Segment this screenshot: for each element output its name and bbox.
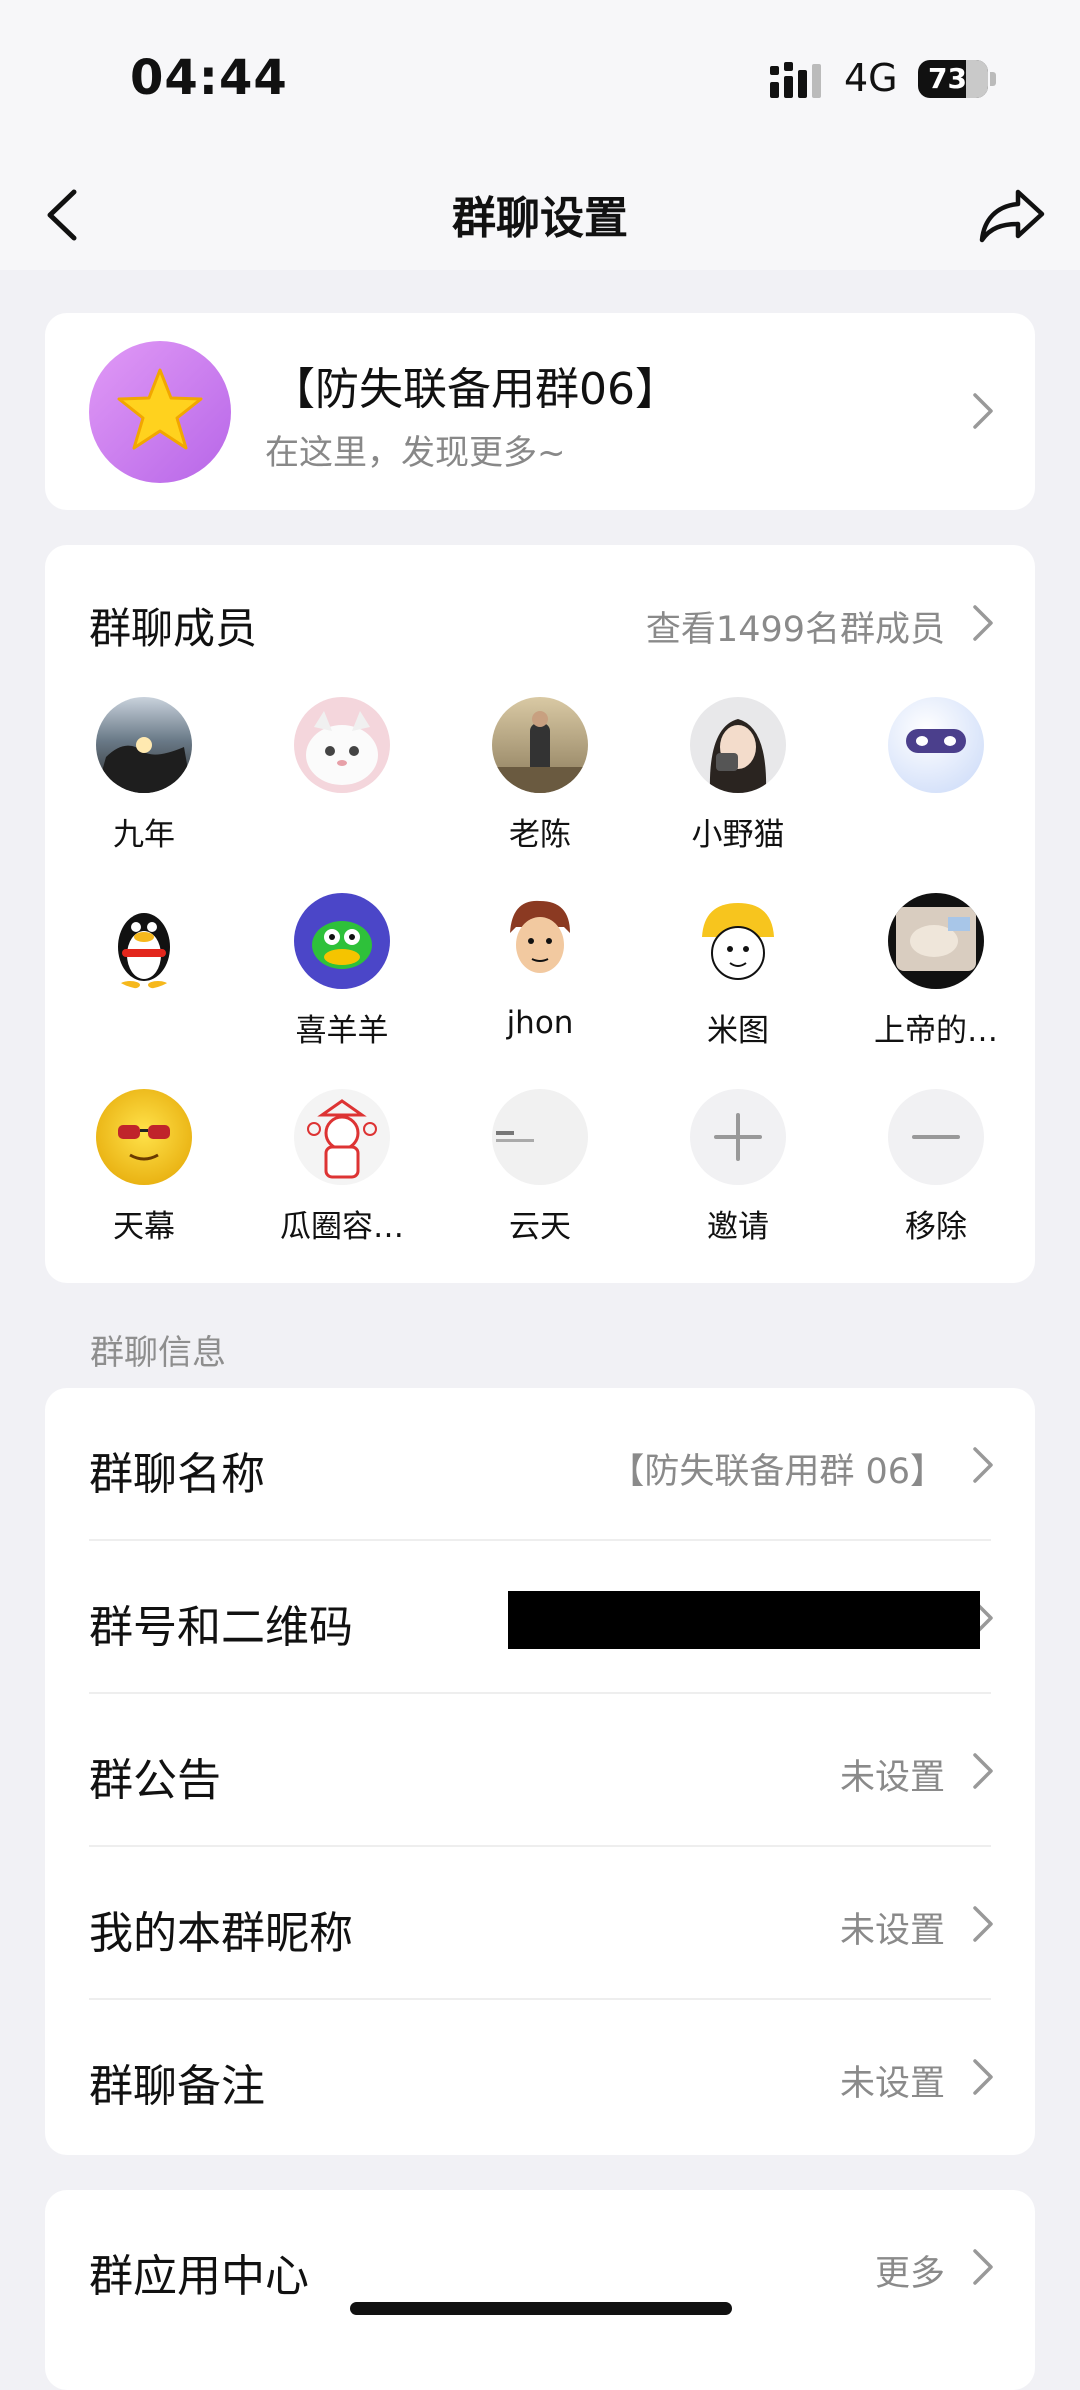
member-item[interactable]: 天幕 [45, 1089, 243, 1246]
row-label: 群聊名称 [89, 1449, 265, 1500]
share-icon[interactable] [974, 178, 1050, 254]
member-name: 老陈 [509, 817, 571, 853]
member-item[interactable]: jhon [441, 893, 639, 1041]
avatar [294, 1089, 390, 1185]
avatar [294, 697, 390, 793]
row-my-nickname[interactable]: 我的本群昵称 未设置 [45, 1847, 1035, 2000]
members-title: 群聊成员 [89, 604, 258, 653]
row-label: 群公告 [89, 1755, 221, 1806]
row-group-id-qrcode[interactable]: 群号和二维码 [45, 1541, 1035, 1694]
battery-icon: 73 [918, 60, 988, 98]
member-item[interactable] [837, 697, 1035, 809]
member-name: 上帝的… [874, 1013, 998, 1049]
member-name: 云天 [509, 1209, 571, 1245]
member-name: 小野猫 [691, 817, 785, 853]
row-value: 未设置 [839, 2064, 945, 2104]
member-item[interactable]: 老陈 [441, 697, 639, 854]
row-group-remark[interactable]: 群聊备注 未设置 [45, 2000, 1035, 2153]
member-item[interactable] [243, 697, 441, 809]
avatar [96, 1089, 192, 1185]
row-value: 【防失联备用群 06】 [609, 1452, 945, 1492]
member-item[interactable] [45, 893, 243, 1005]
avatar [294, 893, 390, 989]
avatar [492, 1089, 588, 1185]
row-value: 未设置 [839, 1911, 945, 1951]
group-name: 【防失联备用群06】 [271, 364, 679, 415]
member-item[interactable]: 上帝的… [837, 893, 1035, 1050]
invite-button[interactable]: 邀请 [639, 1089, 837, 1246]
member-item[interactable]: 小野猫 [639, 697, 837, 854]
network-type: 4G [844, 56, 898, 100]
group-info-card: 群聊名称 【防失联备用群 06】 群号和二维码 群公告 未设置 我的本群昵称 未… [45, 1388, 1035, 2155]
row-value: 更多 [874, 2254, 945, 2294]
avatar [96, 697, 192, 793]
member-item[interactable]: 九年 [45, 697, 243, 854]
battery-level: 73 [928, 62, 967, 95]
avatar [888, 893, 984, 989]
member-item[interactable]: 米图 [639, 893, 837, 1050]
chevron-right-icon [973, 1753, 993, 1789]
member-name: 喜羊羊 [295, 1013, 389, 1049]
signal-icon [770, 62, 821, 98]
member-name: 九年 [113, 817, 175, 853]
remove-button[interactable]: 移除 [837, 1089, 1035, 1246]
home-indicator[interactable] [350, 2302, 732, 2315]
member-name: 天幕 [113, 1209, 175, 1245]
invite-label: 邀请 [707, 1209, 769, 1245]
members-card: 群聊成员 查看1499名群成员 九年 老陈 小野猫 喜羊羊 jhon 米图 上帝… [45, 545, 1035, 1283]
remove-label: 移除 [905, 1209, 967, 1245]
status-bar: 04:44 4G 73 [0, 0, 1080, 160]
avatar [888, 697, 984, 793]
row-label: 群应用中心 [89, 2251, 309, 2302]
chevron-right-icon[interactable] [971, 603, 995, 643]
member-name: jhon [506, 1005, 574, 1041]
group-profile-card[interactable]: 【防失联备用群06】 在这里，发现更多~ [45, 313, 1035, 510]
row-group-apps[interactable]: 群应用中心 更多 [45, 2190, 1035, 2343]
row-label: 群聊备注 [89, 2061, 265, 2112]
group-subtitle: 在这里，发现更多~ [265, 433, 566, 473]
row-label: 我的本群昵称 [89, 1908, 353, 1959]
minus-icon [888, 1089, 984, 1185]
group-avatar [89, 341, 231, 483]
plus-icon [690, 1089, 786, 1185]
status-time: 04:44 [130, 50, 288, 106]
member-name: 瓜圈容… [280, 1209, 404, 1245]
row-label: 群号和二维码 [89, 1602, 353, 1653]
chevron-right-icon [973, 2249, 993, 2285]
group-apps-card[interactable]: 群应用中心 更多 [45, 2190, 1035, 2390]
page-title: 群聊设置 [452, 193, 628, 244]
nav-bar: 群聊设置 [0, 160, 1080, 270]
avatar [690, 697, 786, 793]
member-name: 米图 [707, 1013, 769, 1049]
section-label-group-info: 群聊信息 [90, 1333, 226, 1373]
redacted-value [508, 1591, 980, 1649]
star-icon [117, 368, 203, 450]
member-item[interactable]: 云天 [441, 1089, 639, 1246]
member-item[interactable]: 瓜圈容… [243, 1089, 441, 1246]
view-all-members-link[interactable]: 查看1499名群成员 [646, 601, 945, 652]
member-item[interactable]: 喜羊羊 [243, 893, 441, 1050]
chevron-right-icon [973, 2059, 993, 2095]
avatar [492, 697, 588, 793]
chevron-right-icon [973, 1447, 993, 1483]
row-group-announcement[interactable]: 群公告 未设置 [45, 1694, 1035, 1847]
avatar [492, 893, 588, 989]
row-value: 未设置 [839, 1758, 945, 1798]
avatar [690, 893, 786, 989]
row-group-name[interactable]: 群聊名称 【防失联备用群 06】 [45, 1388, 1035, 1541]
chevron-right-icon [973, 393, 993, 429]
avatar [96, 893, 192, 989]
chevron-right-icon [973, 1906, 993, 1942]
